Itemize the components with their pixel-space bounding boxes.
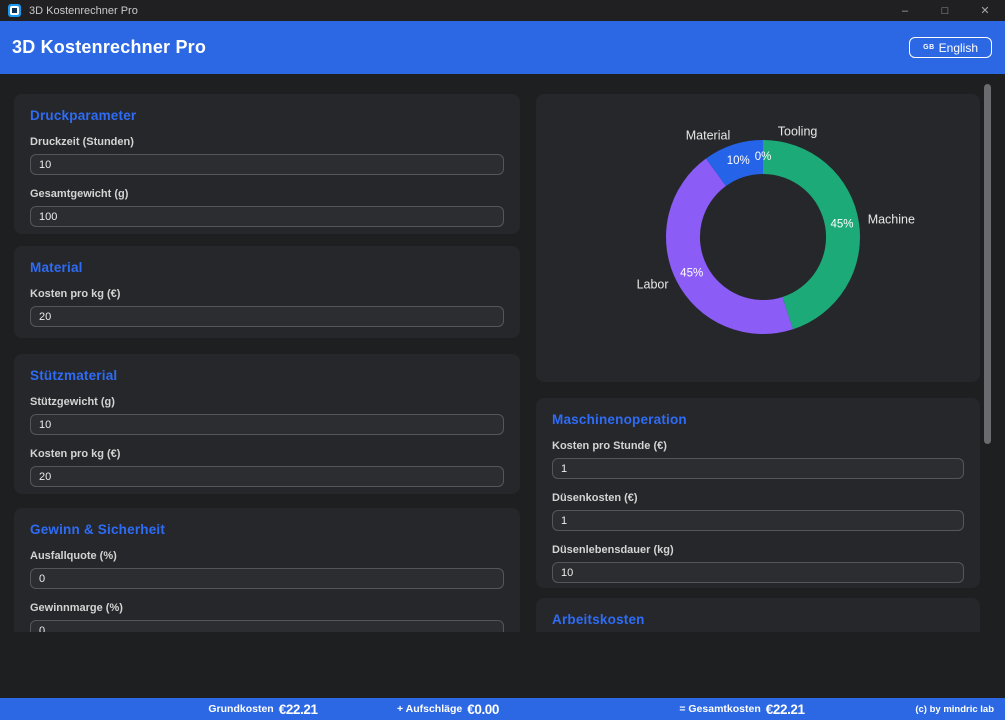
donut-segment-labor [666,158,793,334]
duesenlebensdauer-label: Düsenlebensdauer (kg) [552,544,674,556]
surcharge-group: + Aufschläge €0.00 [397,698,499,720]
close-icon[interactable]: ✕ [965,0,1005,21]
card-title: Maschinenoperation [552,412,687,427]
stuetzgewicht-input[interactable] [30,414,504,435]
gewinnmarge-input[interactable] [30,620,504,632]
chart-label: 0% [755,151,772,163]
content-viewport: Druckparameter Druckzeit (Stunden) Gesam… [0,74,1005,632]
chart-label: Tooling [778,124,818,138]
cost-breakdown-donut-chart: 45% Machine 45% Labor 10% Material 0% Tooling [637,124,915,334]
gewinnmarge-label: Gewinnmarge (%) [30,602,123,614]
duesenkosten-input[interactable] [552,510,964,531]
base-cost-value: €22.21 [278,701,318,717]
ausfallquote-input[interactable] [30,568,504,589]
card-title: Druckparameter [30,108,137,123]
gesamtgewicht-input[interactable] [30,206,504,227]
card-title: Stützmaterial [30,368,118,383]
language-toggle-button[interactable]: GB English [909,37,992,58]
stuetzgewicht-label: Stützgewicht (g) [30,396,115,408]
scrollbar-thumb[interactable] [984,84,991,444]
stuetz-kosten-label: Kosten pro kg (€) [30,448,121,460]
base-cost-label: Grundkosten [208,703,274,715]
stuetz-kosten-input[interactable] [30,466,504,487]
titlebar: 3D Kostenrechner Pro – □ ✕ [0,0,1005,21]
card-maschinenoperation: Maschinenoperation Kosten pro Stunde (€)… [536,398,980,588]
chart-label: 10% [727,155,750,167]
total-cost-group: = Gesamtkosten €22.21 [679,698,805,720]
material-kosten-label: Kosten pro kg (€) [30,288,121,300]
footer-bar: Grundkosten €22.21 + Aufschläge €0.00 = … [0,698,1005,720]
page-title: 3D Kostenrechner Pro [12,37,207,57]
donut-segment-machine [762,140,860,330]
gesamtgewicht-label: Gesamtgewicht (g) [30,188,129,200]
card-stuetzmaterial: Stützmaterial Stützgewicht (g) Kosten pr… [14,354,520,494]
card-druckparameter: Druckparameter Druckzeit (Stunden) Gesam… [14,94,520,234]
card-cost-breakdown-chart: 45% Machine 45% Labor 10% Material 0% Tooling [536,94,980,382]
duesenlebensdauer-input[interactable] [552,562,964,583]
kosten-pro-stunde-input[interactable] [552,458,964,479]
app-icon [8,4,21,17]
ausfallquote-label: Ausfallquote (%) [30,550,117,562]
total-cost-label: = Gesamtkosten [679,703,761,715]
material-kosten-input[interactable] [30,306,504,327]
card-title: Gewinn & Sicherheit [30,522,166,537]
chart-label: Machine [868,213,915,227]
language-label: English [938,40,978,55]
titlebar-title: 3D Kostenrechner Pro [29,4,138,17]
duesenkosten-label: Düsenkosten (€) [552,492,638,504]
base-cost-group: Grundkosten €22.21 [208,698,318,720]
gb-flag-icon: GB [923,44,935,51]
copyright-text: (c) by mindric lab [915,703,994,715]
card-arbeitskosten: Arbeitskosten [536,598,980,632]
chart-label: 45% [680,267,703,279]
chart-label: Material [686,128,730,142]
chart-label: 45% [831,219,854,231]
surcharge-value: €0.00 [467,701,500,717]
kosten-pro-stunde-label: Kosten pro Stunde (€) [552,440,667,452]
chart-label: Labor [637,277,669,291]
window-controls: – □ ✕ [885,0,1005,21]
app-header: 3D Kostenrechner Pro GB English [0,21,1005,74]
card-material: Material Kosten pro kg (€) [14,246,520,338]
druckzeit-input[interactable] [30,154,504,175]
surcharge-label: + Aufschläge [396,703,463,715]
card-title: Material [30,260,83,275]
minimize-icon[interactable]: – [885,0,925,21]
maximize-icon[interactable]: □ [925,0,965,21]
druckzeit-label: Druckzeit (Stunden) [30,136,134,148]
card-gewinn-sicherheit: Gewinn & Sicherheit Ausfallquote (%) Gew… [14,508,520,632]
card-title: Arbeitskosten [552,612,645,627]
total-cost-value: €22.21 [765,701,805,717]
